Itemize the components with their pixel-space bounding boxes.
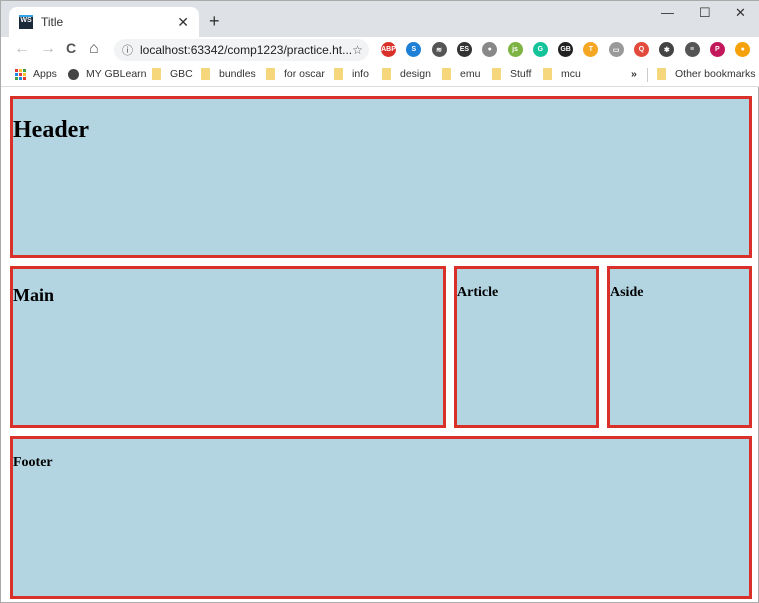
info-icon[interactable]: ⓘ: [122, 42, 133, 58]
home-button[interactable]: ⌂: [89, 40, 99, 58]
bookmark-gbc[interactable]: GBC: [152, 68, 193, 80]
bookmark-for-oscar[interactable]: for oscar: [266, 68, 325, 80]
bookmark-label: emu: [460, 68, 481, 80]
aside-heading: Aside: [610, 285, 644, 300]
extension-icon[interactable]: Q: [634, 42, 649, 57]
folder-icon: [334, 68, 343, 80]
extension-icon[interactable]: P: [709, 42, 725, 57]
folder-icon: [201, 68, 210, 80]
bookmark-label: info: [352, 68, 369, 80]
folder-icon: [152, 68, 161, 80]
bookmark-info[interactable]: info: [334, 68, 369, 80]
folder-icon: [266, 68, 275, 80]
bookmark-label: bundles: [219, 68, 256, 80]
bookmark-mcu[interactable]: mcu: [543, 68, 581, 80]
extension-icon[interactable]: ●: [735, 42, 751, 57]
forward-button[interactable]: →: [40, 40, 56, 58]
minimize-button[interactable]: —: [661, 5, 674, 20]
folder-icon: [382, 68, 391, 80]
reload-button[interactable]: C: [66, 40, 76, 56]
footer-section: Footer: [10, 436, 752, 599]
toolbar: ← → C ⌂ ⓘ localhost:63342/comp1223/pract…: [1, 37, 759, 63]
header-heading: Header: [13, 117, 89, 143]
bookmark-emu[interactable]: emu: [442, 68, 480, 80]
maximize-button[interactable]: ☐: [699, 5, 711, 21]
extension-icon[interactable]: ▭: [608, 42, 624, 57]
bookmark-star-icon[interactable]: ☆: [352, 43, 363, 57]
tab-title[interactable]: WS Title ✕: [9, 7, 199, 37]
header-section: Header: [10, 96, 752, 258]
extension-icon[interactable]: G: [532, 42, 548, 57]
extension-icon[interactable]: ES: [456, 42, 472, 57]
bookmark-other[interactable]: Other bookmarks: [657, 68, 756, 80]
extension-icon[interactable]: ABP: [381, 42, 396, 57]
bookmark-label: design: [400, 68, 431, 80]
bookmarks-bar: Apps MY GBLearn GBC bundles for oscar in…: [1, 63, 759, 87]
extension-icon[interactable]: js: [507, 42, 523, 57]
bookmark-bundles[interactable]: bundles: [201, 68, 256, 80]
tab-bar: WS Title ✕ + — ☐ ✕: [1, 1, 759, 37]
more-bookmarks-button[interactable]: »: [631, 68, 637, 80]
footer-heading: Footer: [13, 455, 53, 470]
extension-icon[interactable]: T: [583, 42, 599, 57]
extension-icon[interactable]: ≡: [684, 42, 700, 57]
globe-icon: [68, 68, 79, 80]
folder-icon: [657, 68, 666, 80]
tab-close-icon[interactable]: ✕: [177, 14, 189, 31]
folder-icon: [442, 68, 451, 80]
extension-icon[interactable]: S: [406, 42, 422, 57]
article-section: Article: [454, 266, 599, 428]
divider: [647, 68, 648, 82]
main-section: Main: [10, 266, 446, 428]
bookmark-design[interactable]: design: [382, 68, 431, 80]
main-heading: Main: [13, 285, 55, 305]
extension-icon[interactable]: ●: [482, 42, 498, 57]
bookmark-label: Other bookmarks: [675, 68, 756, 80]
extension-icon[interactable]: GB: [558, 42, 574, 57]
article-heading: Article: [457, 285, 499, 300]
bookmark-label: MY GBLearn: [86, 68, 147, 80]
bookmark-label: for oscar: [284, 68, 325, 80]
aside-section: Aside: [607, 266, 752, 428]
bookmark-label: mcu: [561, 68, 581, 80]
webstorm-favicon-icon: WS: [19, 15, 33, 29]
window-close-button[interactable]: ✕: [735, 5, 746, 21]
folder-icon: [492, 68, 501, 80]
extension-icon[interactable]: ✱: [659, 42, 675, 57]
url-text: localhost:63342/comp1223/practice.ht...: [140, 43, 353, 57]
bookmark-label: GBC: [170, 68, 193, 80]
tab-label: Title: [41, 15, 64, 29]
bookmark-my-gblearn[interactable]: MY GBLearn: [68, 68, 147, 80]
extension-icon[interactable]: ≋: [431, 42, 447, 57]
folder-icon: [543, 68, 552, 80]
bookmark-label: Stuff: [510, 68, 532, 80]
apps-grid-icon: [15, 68, 26, 80]
back-button[interactable]: ←: [14, 40, 30, 58]
bookmark-label: Apps: [33, 68, 57, 80]
bookmark-stuff[interactable]: Stuff: [492, 68, 531, 80]
new-tab-button[interactable]: +: [209, 11, 220, 32]
bookmark-apps[interactable]: Apps: [15, 68, 57, 80]
address-bar[interactable]: ⓘ localhost:63342/comp1223/practice.ht..…: [114, 39, 369, 61]
